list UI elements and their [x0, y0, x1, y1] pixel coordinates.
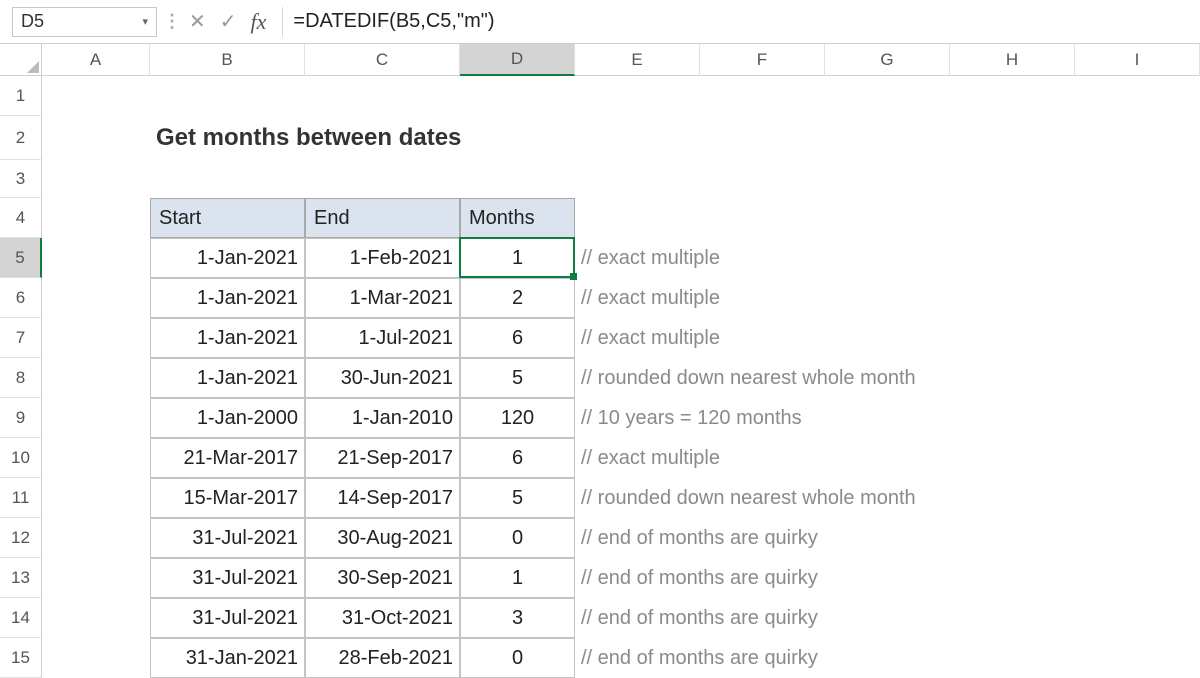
- confirm-icon[interactable]: ✓: [220, 9, 237, 34]
- cell-end[interactable]: 1-Mar-2021: [305, 278, 460, 318]
- cell-comment: // exact multiple: [575, 278, 1200, 318]
- cell-start[interactable]: 1-Jan-2021: [150, 238, 305, 278]
- cell-comment: // end of months are quirky: [575, 558, 1200, 598]
- cell-end[interactable]: 30-Aug-2021: [305, 518, 460, 558]
- formula-input-wrap: [282, 7, 1188, 37]
- cell-comment: // end of months are quirky: [575, 518, 1200, 558]
- name-box-value: D5: [21, 11, 44, 32]
- cell-end[interactable]: 30-Jun-2021: [305, 358, 460, 398]
- row-header-6[interactable]: 6: [0, 278, 42, 318]
- col-header-G[interactable]: G: [825, 44, 950, 76]
- row-header-7[interactable]: 7: [0, 318, 42, 358]
- cell-months[interactable]: 5: [460, 358, 575, 398]
- divider: ⋮: [165, 11, 179, 32]
- row-header-13[interactable]: 13: [0, 558, 42, 598]
- cell-months[interactable]: 0: [460, 638, 575, 678]
- cell-comment: // end of months are quirky: [575, 598, 1200, 638]
- cell-comment: // exact multiple: [575, 318, 1200, 358]
- row-header-15[interactable]: 15: [0, 638, 42, 678]
- formula-bar: D5 ▾ ⋮ ✕ ✓ fx: [0, 0, 1200, 44]
- cell-start[interactable]: 31-Jul-2021: [150, 558, 305, 598]
- cell-start[interactable]: 31-Jul-2021: [150, 598, 305, 638]
- cell-comment: // 10 years = 120 months: [575, 398, 1200, 438]
- cells-area[interactable]: Get months between datesStartEndMonths1-…: [42, 76, 1200, 678]
- cell-months[interactable]: 6: [460, 438, 575, 478]
- cell-start[interactable]: 1-Jan-2021: [150, 358, 305, 398]
- col-header-H[interactable]: H: [950, 44, 1075, 76]
- cell-end[interactable]: 21-Sep-2017: [305, 438, 460, 478]
- row-header-8[interactable]: 8: [0, 358, 42, 398]
- cell-months[interactable]: 1: [460, 558, 575, 598]
- row-header-4[interactable]: 4: [0, 198, 42, 238]
- cell-start[interactable]: 31-Jan-2021: [150, 638, 305, 678]
- cell-months[interactable]: 120: [460, 398, 575, 438]
- row-headers: 123456789101112131415: [0, 76, 42, 678]
- header-end: End: [305, 198, 460, 238]
- cell-months[interactable]: 6: [460, 318, 575, 358]
- select-all-corner[interactable]: [0, 44, 42, 76]
- cell-months[interactable]: 5: [460, 478, 575, 518]
- cell-months[interactable]: 1: [460, 238, 575, 278]
- row-header-14[interactable]: 14: [0, 598, 42, 638]
- cell-end[interactable]: 1-Jul-2021: [305, 318, 460, 358]
- cell-end[interactable]: 31-Oct-2021: [305, 598, 460, 638]
- row-header-1[interactable]: 1: [0, 76, 42, 116]
- col-header-A[interactable]: A: [42, 44, 150, 76]
- cell-start[interactable]: 1-Jan-2021: [150, 318, 305, 358]
- row-header-2[interactable]: 2: [0, 116, 42, 160]
- cell-months[interactable]: 3: [460, 598, 575, 638]
- row-header-3[interactable]: 3: [0, 160, 42, 198]
- col-header-I[interactable]: I: [1075, 44, 1200, 76]
- page-title: Get months between dates: [150, 116, 700, 160]
- cell-months[interactable]: 2: [460, 278, 575, 318]
- col-header-F[interactable]: F: [700, 44, 825, 76]
- cell-end[interactable]: 14-Sep-2017: [305, 478, 460, 518]
- row-header-9[interactable]: 9: [0, 398, 42, 438]
- cell-end[interactable]: 28-Feb-2021: [305, 638, 460, 678]
- col-header-C[interactable]: C: [305, 44, 460, 76]
- cell-start[interactable]: 1-Jan-2021: [150, 278, 305, 318]
- cell-comment: // end of months are quirky: [575, 638, 1200, 678]
- row-header-10[interactable]: 10: [0, 438, 42, 478]
- cell-end[interactable]: 1-Feb-2021: [305, 238, 460, 278]
- cell-end[interactable]: 1-Jan-2010: [305, 398, 460, 438]
- col-header-B[interactable]: B: [150, 44, 305, 76]
- cancel-icon[interactable]: ✕: [189, 9, 206, 34]
- cell-comment: // exact multiple: [575, 438, 1200, 478]
- cell-start[interactable]: 15-Mar-2017: [150, 478, 305, 518]
- cell-start[interactable]: 1-Jan-2000: [150, 398, 305, 438]
- cell-comment: // exact multiple: [575, 238, 1200, 278]
- row-header-12[interactable]: 12: [0, 518, 42, 558]
- cell-comment: // rounded down nearest whole month: [575, 478, 1200, 518]
- spreadsheet-grid: ABCDEFGHIJ 123456789101112131415 Get mon…: [0, 44, 1200, 630]
- col-header-D[interactable]: D: [460, 44, 575, 76]
- cell-end[interactable]: 30-Sep-2021: [305, 558, 460, 598]
- col-header-E[interactable]: E: [575, 44, 700, 76]
- cell-start[interactable]: 21-Mar-2017: [150, 438, 305, 478]
- name-box[interactable]: D5 ▾: [12, 7, 157, 37]
- formula-input[interactable]: [283, 7, 1188, 37]
- header-months: Months: [460, 198, 575, 238]
- column-headers: ABCDEFGHIJ: [42, 44, 1200, 76]
- cell-start[interactable]: 31-Jul-2021: [150, 518, 305, 558]
- row-header-11[interactable]: 11: [0, 478, 42, 518]
- row-header-5[interactable]: 5: [0, 238, 42, 278]
- header-start: Start: [150, 198, 305, 238]
- cell-comment: // rounded down nearest whole month: [575, 358, 1200, 398]
- cell-months[interactable]: 0: [460, 518, 575, 558]
- formula-bar-buttons: ✕ ✓ fx: [187, 9, 272, 35]
- chevron-down-icon[interactable]: ▾: [142, 15, 148, 28]
- fx-icon[interactable]: fx: [251, 9, 267, 35]
